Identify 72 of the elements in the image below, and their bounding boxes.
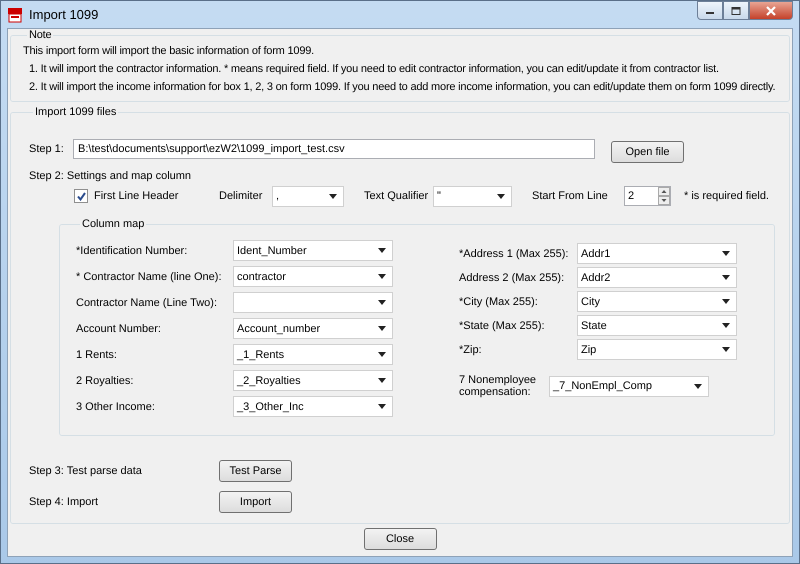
caret-icon [722,275,730,280]
group-title: Note [28,29,52,41]
field-label: Address 2 (Max 255): [459,272,566,284]
column-dropdown[interactable]: contractor [233,266,393,287]
column-dropdown[interactable]: Ident_Number [233,240,393,261]
column-dropdown[interactable]: _7_NonEmpl_Comp [549,376,709,396]
field-label: 2 Royalties: [76,374,134,386]
column-dropdown[interactable]: _3_Other_Inc [233,396,393,417]
field-label: 7 Nonemployee compensation: [459,374,538,398]
column-dropdown[interactable]: Addr1 [577,243,737,264]
caret-icon [378,274,386,279]
note-text: This import form will import the basic information of form 1099. [23,45,316,57]
step-label: Step 3: Test parse data [29,465,143,477]
minimize-button[interactable] [697,1,723,20]
column-dropdown[interactable]: Zip [577,339,737,360]
delimiter-dropdown[interactable]: , [272,186,344,206]
window-title: Import 1099 [29,7,98,22]
step-label: Step 4: Import [29,496,100,508]
group-title: Column map [81,218,146,230]
column-dropdown[interactable]: _2_Royalties [233,370,393,391]
column-dropdown[interactable]: State [577,315,737,336]
column-dropdown[interactable]: Addr2 [577,267,737,288]
caret-icon [722,299,730,304]
app-icon [7,6,23,22]
caret-icon [378,300,386,305]
caret-icon [694,384,702,388]
column-dropdown[interactable]: Account_number [233,318,393,339]
field-label: *Zip: [459,344,483,356]
caret-icon [722,251,730,256]
caret-icon [329,194,337,198]
caret-icon [378,404,386,409]
first-line-header-checkbox[interactable]: First Line Header [74,189,219,203]
field-label: Contractor Name (Line Two): [76,296,218,308]
field-label: Account Number: [76,322,162,334]
field-label: *Address 1 (Max 255): [459,248,570,260]
field-label: *City (Max 255): [459,296,539,308]
maximize-icon [731,6,741,14]
close-icon [765,6,777,16]
field-label: 1 Rents: [76,348,118,360]
start-line-spinner[interactable]: 2 [624,186,671,206]
step-label: Step 1: [29,143,65,155]
required-note: * is required field. [684,190,769,202]
group-title: Import 1099 files [34,106,118,118]
test-parse-button[interactable]: Test Parse [219,460,292,482]
field-label: 3 Other Income: [76,400,156,412]
field-label: *Identification Number: [76,244,188,256]
delimiter-label: Delimiter [219,190,264,202]
caret-icon [722,323,730,328]
caret-icon [378,378,386,383]
file-path-field[interactable]: B:\test\documents\support\ezW2\1099_import_test.csv [73,139,595,159]
caret-icon [378,352,386,357]
caret-icon [497,194,505,198]
column-dropdown[interactable]: _1_Rents [233,344,393,365]
import-button[interactable]: Import [219,491,292,513]
close-button[interactable] [749,1,793,20]
close-button[interactable]: Close [364,528,436,550]
column-dropdown[interactable]: City [577,291,737,312]
note-text: 1. It will import the contractor information. * means required field. If you need to edit contractor information, you can edit/update it from contractor list. [28,63,720,75]
checkbox[interactable] [74,189,88,203]
field-label: * Contractor Name (line One): [76,270,222,282]
text-qualifier-label: Text Qualifier [364,190,430,202]
caret-icon [378,248,386,253]
caret-icon [378,326,386,331]
start-from-line-label: Start From Line [532,190,609,202]
note-text: 2. It will import the income information for box 1, 2, 3 on form 1099. If you need to add more income information, you can edit/update them on form 1099 directly. [28,81,776,93]
caret-icon [722,347,730,352]
open-file-button[interactable]: Open file [611,141,684,163]
step-label: Step 2: Settings and map column [29,170,192,182]
spin-arrows-icon[interactable] [658,187,670,205]
text-qualifier-dropdown[interactable]: " [433,186,512,206]
field-label: *State (Max 255): [459,320,546,332]
maximize-button[interactable] [723,1,749,20]
